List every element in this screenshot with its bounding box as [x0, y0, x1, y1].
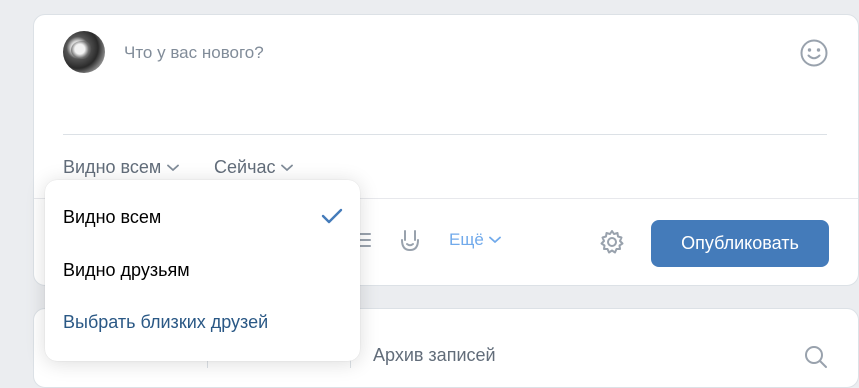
- chevron-down-icon: [281, 164, 294, 171]
- time-label: Сейчас: [214, 157, 276, 177]
- chevron-down-icon: [167, 164, 180, 171]
- chevron-down-icon: [488, 236, 501, 243]
- time-selector[interactable]: Сейчас: [214, 157, 294, 178]
- visibility-dropdown: Видно всем Видно друзьям Выбрать близких…: [45, 180, 360, 361]
- hand-icon[interactable]: [397, 227, 423, 253]
- gear-icon[interactable]: [598, 228, 626, 256]
- more-button[interactable]: Ещё: [449, 230, 501, 250]
- smile-icon[interactable]: [799, 38, 829, 68]
- menu-item-close-friends[interactable]: Выбрать близких друзей: [63, 312, 268, 333]
- avatar[interactable]: [63, 31, 105, 73]
- menu-item-visible-friends[interactable]: Видно друзьям: [63, 260, 190, 281]
- tab-archive[interactable]: Архив записей: [373, 345, 496, 366]
- search-icon[interactable]: [803, 344, 829, 370]
- menu-item-visible-all[interactable]: Видно всем: [63, 207, 161, 228]
- visibility-selector[interactable]: Видно всем: [63, 157, 180, 178]
- check-icon: [321, 208, 343, 224]
- publish-button[interactable]: Опубликовать: [651, 220, 829, 267]
- more-label: Ещё: [449, 230, 484, 249]
- post-input-placeholder[interactable]: Что у вас нового?: [124, 43, 264, 63]
- composer-divider: [63, 134, 827, 135]
- visibility-label: Видно всем: [63, 157, 162, 177]
